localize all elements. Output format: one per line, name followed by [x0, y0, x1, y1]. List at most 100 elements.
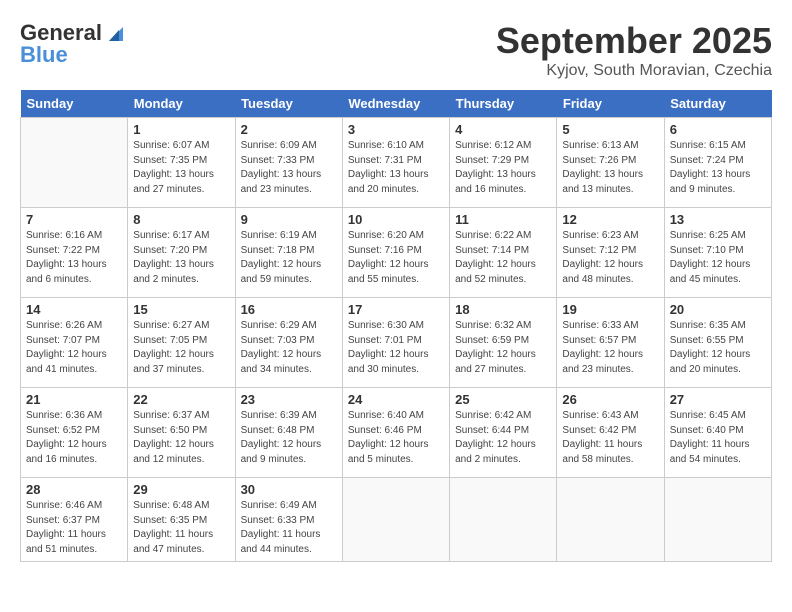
- week-row-3: 14Sunrise: 6:26 AM Sunset: 7:07 PM Dayli…: [21, 298, 772, 388]
- day-number: 13: [670, 212, 766, 227]
- location-subtitle: Kyjov, South Moravian, Czechia: [496, 62, 772, 80]
- day-info: Sunrise: 6:49 AM Sunset: 6:33 PM Dayligh…: [241, 499, 337, 557]
- day-number: 23: [241, 392, 337, 407]
- calendar-cell: 5 Sunrise: 6:13 AM Sunset: 7:26 PM Daylig…: [557, 118, 664, 208]
- day-number: 24: [348, 392, 444, 407]
- calendar-cell: 3Sunrise: 6:10 AM Sunset: 7:31 PM Daylig…: [342, 118, 449, 208]
- day-info: Sunrise: 6:07 AM Sunset: 7:35 PM Dayligh…: [133, 139, 229, 197]
- day-info: Sunrise: 6:19 AM Sunset: 7:18 PM Dayligh…: [241, 229, 337, 287]
- calendar-cell: 2Sunrise: 6:09 AM Sunset: 7:33 PM Daylig…: [235, 118, 342, 208]
- day-info: Sunrise: 6:10 AM Sunset: 7:31 PM Dayligh…: [348, 139, 444, 197]
- calendar-cell: [557, 478, 664, 562]
- calendar-cell: 13 Sunrise: 6:25 AM Sunset: 7:10 PM Dayli…: [664, 208, 771, 298]
- day-number: 4: [455, 122, 551, 137]
- day-info: Sunrise: 6:37 AM Sunset: 6:50 PM Dayligh…: [133, 409, 229, 467]
- calendar-cell: 7 Sunrise: 6:16 AM Sunset: 7:22 PM Daylig…: [21, 208, 128, 298]
- calendar-cell: 6 Sunrise: 6:15 AM Sunset: 7:24 PM Daylig…: [664, 118, 771, 208]
- calendar-cell: [450, 478, 557, 562]
- day-number: 11: [455, 212, 551, 227]
- day-number: 9: [241, 212, 337, 227]
- day-number: 1: [133, 122, 229, 137]
- calendar-cell: 30 Sunrise: 6:49 AM Sunset: 6:33 PM Dayli…: [235, 478, 342, 562]
- weekday-header-wednesday: Wednesday: [342, 90, 449, 118]
- logo: General Blue: [20, 20, 127, 68]
- day-info: Sunrise: 6:45 AM Sunset: 6:40 PM Dayligh…: [670, 409, 766, 467]
- calendar-cell: 18Sunrise: 6:32 AM Sunset: 6:59 PM Dayli…: [450, 298, 557, 388]
- day-info: Sunrise: 6:09 AM Sunset: 7:33 PM Dayligh…: [241, 139, 337, 197]
- day-info: Sunrise: 6:29 AM Sunset: 7:03 PM Dayligh…: [241, 319, 337, 377]
- calendar-cell: 17 Sunrise: 6:30 AM Sunset: 7:01 PM Dayli…: [342, 298, 449, 388]
- day-number: 17: [348, 302, 444, 317]
- day-number: 28: [26, 482, 122, 497]
- day-number: 27: [670, 392, 766, 407]
- day-number: 29: [133, 482, 229, 497]
- calendar-cell: 10 Sunrise: 6:20 AM Sunset: 7:16 PM Dayli…: [342, 208, 449, 298]
- calendar-cell: 4 Sunrise: 6:12 AM Sunset: 7:29 PM Daylig…: [450, 118, 557, 208]
- calendar-table: SundayMondayTuesdayWednesdayThursdayFrid…: [20, 90, 772, 562]
- logo-icon: [105, 21, 127, 43]
- page-header: General Blue September 2025 Kyjov, South…: [20, 20, 772, 80]
- day-number: 16: [241, 302, 337, 317]
- day-info: Sunrise: 6:40 AM Sunset: 6:46 PM Dayligh…: [348, 409, 444, 467]
- day-info: Sunrise: 6:16 AM Sunset: 7:22 PM Dayligh…: [26, 229, 122, 287]
- day-number: 21: [26, 392, 122, 407]
- calendar-cell: [342, 478, 449, 562]
- weekday-header-thursday: Thursday: [450, 90, 557, 118]
- day-info: Sunrise: 6:42 AM Sunset: 6:44 PM Dayligh…: [455, 409, 551, 467]
- calendar-cell: 19 Sunrise: 6:33 AM Sunset: 6:57 PM Dayli…: [557, 298, 664, 388]
- day-number: 5: [562, 122, 658, 137]
- calendar-cell: 8Sunrise: 6:17 AM Sunset: 7:20 PM Daylig…: [128, 208, 235, 298]
- weekday-header-tuesday: Tuesday: [235, 90, 342, 118]
- weekday-header-row: SundayMondayTuesdayWednesdayThursdayFrid…: [21, 90, 772, 118]
- day-info: Sunrise: 6:43 AM Sunset: 6:42 PM Dayligh…: [562, 409, 658, 467]
- calendar-cell: 9 Sunrise: 6:19 AM Sunset: 7:18 PM Daylig…: [235, 208, 342, 298]
- day-number: 6: [670, 122, 766, 137]
- day-number: 7: [26, 212, 122, 227]
- day-info: Sunrise: 6:17 AM Sunset: 7:20 PM Dayligh…: [133, 229, 229, 287]
- calendar-cell: 29Sunrise: 6:48 AM Sunset: 6:35 PM Dayli…: [128, 478, 235, 562]
- calendar-cell: 26 Sunrise: 6:43 AM Sunset: 6:42 PM Dayli…: [557, 388, 664, 478]
- calendar-cell: [21, 118, 128, 208]
- week-row-5: 28 Sunrise: 6:46 AM Sunset: 6:37 PM Dayli…: [21, 478, 772, 562]
- day-number: 19: [562, 302, 658, 317]
- day-info: Sunrise: 6:12 AM Sunset: 7:29 PM Dayligh…: [455, 139, 551, 197]
- day-info: Sunrise: 6:35 AM Sunset: 6:55 PM Dayligh…: [670, 319, 766, 377]
- day-number: 22: [133, 392, 229, 407]
- calendar-cell: 23 Sunrise: 6:39 AM Sunset: 6:48 PM Dayli…: [235, 388, 342, 478]
- month-title: September 2025: [496, 20, 772, 62]
- calendar-cell: 1 Sunrise: 6:07 AM Sunset: 7:35 PM Daylig…: [128, 118, 235, 208]
- calendar-cell: 15Sunrise: 6:27 AM Sunset: 7:05 PM Dayli…: [128, 298, 235, 388]
- day-info: Sunrise: 6:30 AM Sunset: 7:01 PM Dayligh…: [348, 319, 444, 377]
- day-info: Sunrise: 6:23 AM Sunset: 7:12 PM Dayligh…: [562, 229, 658, 287]
- day-info: Sunrise: 6:39 AM Sunset: 6:48 PM Dayligh…: [241, 409, 337, 467]
- calendar-cell: 11 Sunrise: 6:22 AM Sunset: 7:14 PM Dayli…: [450, 208, 557, 298]
- day-info: Sunrise: 6:46 AM Sunset: 6:37 PM Dayligh…: [26, 499, 122, 557]
- day-number: 14: [26, 302, 122, 317]
- day-number: 25: [455, 392, 551, 407]
- day-info: Sunrise: 6:22 AM Sunset: 7:14 PM Dayligh…: [455, 229, 551, 287]
- day-number: 30: [241, 482, 337, 497]
- day-number: 26: [562, 392, 658, 407]
- day-number: 20: [670, 302, 766, 317]
- calendar-cell: [664, 478, 771, 562]
- day-info: Sunrise: 6:32 AM Sunset: 6:59 PM Dayligh…: [455, 319, 551, 377]
- day-number: 10: [348, 212, 444, 227]
- week-row-1: 1 Sunrise: 6:07 AM Sunset: 7:35 PM Daylig…: [21, 118, 772, 208]
- day-info: Sunrise: 6:20 AM Sunset: 7:16 PM Dayligh…: [348, 229, 444, 287]
- weekday-header-monday: Monday: [128, 90, 235, 118]
- week-row-4: 21 Sunrise: 6:36 AM Sunset: 6:52 PM Dayli…: [21, 388, 772, 478]
- calendar-cell: 25 Sunrise: 6:42 AM Sunset: 6:44 PM Dayli…: [450, 388, 557, 478]
- weekday-header-saturday: Saturday: [664, 90, 771, 118]
- calendar-cell: 24 Sunrise: 6:40 AM Sunset: 6:46 PM Dayli…: [342, 388, 449, 478]
- weekday-header-sunday: Sunday: [21, 90, 128, 118]
- calendar-cell: 28 Sunrise: 6:46 AM Sunset: 6:37 PM Dayli…: [21, 478, 128, 562]
- day-info: Sunrise: 6:13 AM Sunset: 7:26 PM Dayligh…: [562, 139, 658, 197]
- calendar-cell: 12Sunrise: 6:23 AM Sunset: 7:12 PM Dayli…: [557, 208, 664, 298]
- day-info: Sunrise: 6:15 AM Sunset: 7:24 PM Dayligh…: [670, 139, 766, 197]
- calendar-cell: 21 Sunrise: 6:36 AM Sunset: 6:52 PM Dayli…: [21, 388, 128, 478]
- calendar-cell: 14Sunrise: 6:26 AM Sunset: 7:07 PM Dayli…: [21, 298, 128, 388]
- day-info: Sunrise: 6:36 AM Sunset: 6:52 PM Dayligh…: [26, 409, 122, 467]
- day-info: Sunrise: 6:33 AM Sunset: 6:57 PM Dayligh…: [562, 319, 658, 377]
- day-info: Sunrise: 6:25 AM Sunset: 7:10 PM Dayligh…: [670, 229, 766, 287]
- calendar-cell: 22 Sunrise: 6:37 AM Sunset: 6:50 PM Dayli…: [128, 388, 235, 478]
